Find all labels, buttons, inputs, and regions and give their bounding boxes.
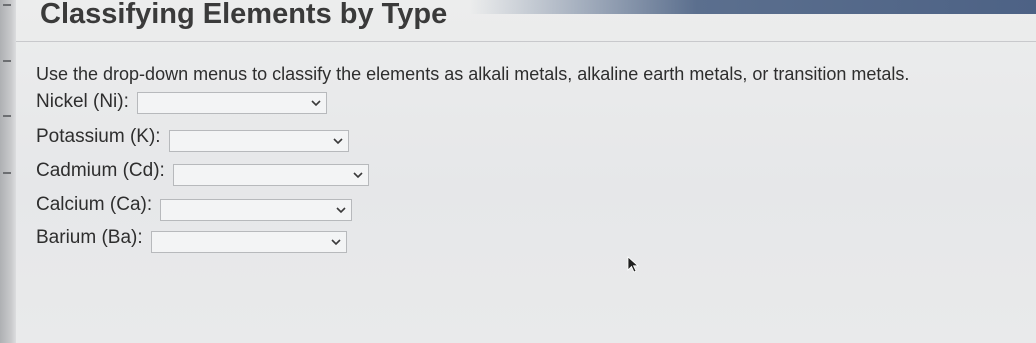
- mouse-pointer-icon: [627, 256, 640, 273]
- classification-row-nickel: Nickel (Ni):: [36, 89, 327, 115]
- chevron-down-icon: [311, 100, 321, 107]
- chevron-down-icon: [331, 239, 341, 246]
- bezel-mark: [3, 4, 11, 6]
- element-type-select-calcium[interactable]: [160, 199, 353, 221]
- element-type-select-cadmium[interactable]: [172, 164, 369, 186]
- chevron-down-icon: [353, 172, 363, 179]
- bezel-mark: [3, 172, 11, 174]
- page-title: Classifying Elements by Type: [40, 0, 448, 30]
- bezel-mark: [3, 115, 11, 117]
- classification-row-barium: Barium (Ba):: [36, 225, 347, 253]
- classification-row-calcium: Calcium (Ca):: [36, 192, 353, 221]
- chevron-down-icon: [333, 138, 343, 145]
- element-label-cadmium: Cadmium (Cd):: [36, 160, 165, 181]
- element-type-select-barium[interactable]: [150, 231, 347, 253]
- element-type-select-potassium[interactable]: [168, 130, 349, 152]
- screen: Classifying Elements by Type Use the dro…: [0, 0, 1036, 343]
- element-label-calcium: Calcium (Ca):: [36, 194, 153, 215]
- element-label-potassium: Potassium (K):: [36, 126, 161, 147]
- screen-bezel: [0, 0, 16, 343]
- bezel-mark: [3, 60, 11, 62]
- chevron-down-icon: [336, 207, 346, 214]
- element-label-barium: Barium (Ba):: [36, 227, 143, 248]
- element-label-nickel: Nickel (Ni):: [36, 91, 129, 112]
- classification-row-cadmium: Cadmium (Cd):: [36, 158, 369, 186]
- element-type-select-nickel[interactable]: [136, 92, 327, 114]
- header-bar: [470, 0, 1036, 14]
- instructions-text: Use the drop-down menus to classify the …: [36, 64, 910, 84]
- title-divider: [16, 41, 1036, 42]
- classification-row-potassium: Potassium (K):: [36, 124, 349, 152]
